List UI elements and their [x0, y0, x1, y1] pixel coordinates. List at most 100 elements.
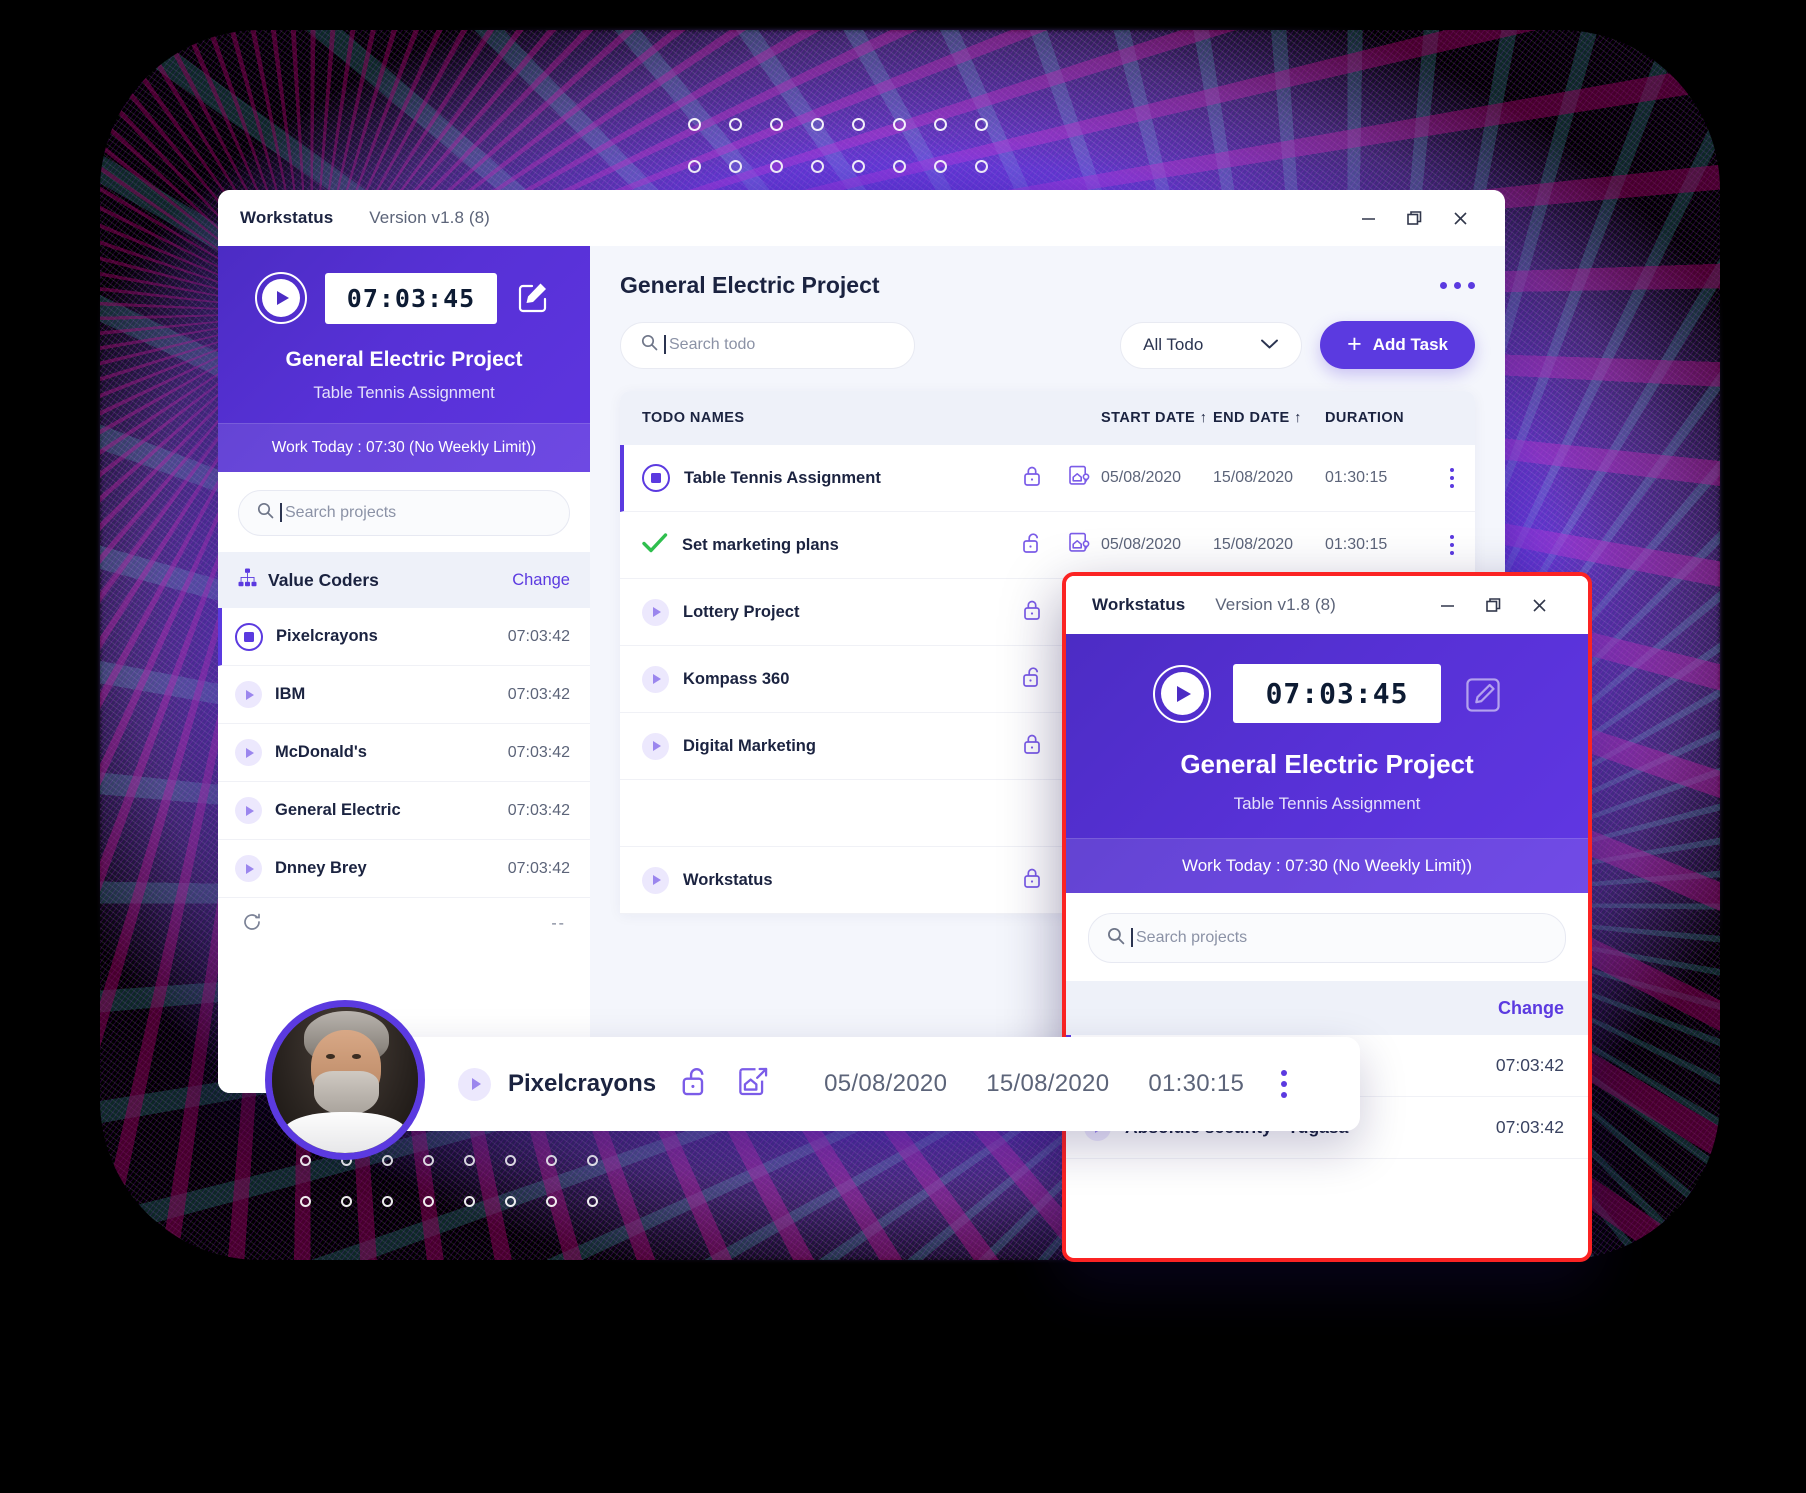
sidebar-search-area: Search projects [218, 472, 590, 552]
mini-project-time: 07:03:42 [1495, 1055, 1564, 1075]
sidebar-task-subtitle: Table Tennis Assignment [313, 384, 495, 402]
close-icon[interactable] [1516, 587, 1562, 623]
search-projects-placeholder: Search projects [279, 503, 397, 522]
column-start-date[interactable]: START DATE ↑ [1101, 410, 1213, 426]
play-icon[interactable] [1153, 664, 1211, 723]
edit-pencil-icon[interactable] [515, 279, 553, 317]
app-version: Version v1.8 (8) [369, 208, 490, 227]
sidebar-project-name: McDonald's [275, 743, 367, 761]
table-row[interactable]: Set marketing plans 05/08/2020 15/08/202… [620, 512, 1475, 579]
decorative-dot-row-top-1 [688, 118, 1016, 131]
mini-timer-value: 07:03:45 [1265, 677, 1409, 710]
search-todo-placeholder: Search todo [663, 335, 756, 354]
refresh-icon[interactable] [242, 912, 262, 937]
check-icon [642, 532, 668, 559]
sidebar-project-name: IBM [275, 685, 306, 703]
sidebar-project-time: 07:03:42 [507, 627, 570, 645]
search-icon [1107, 927, 1125, 950]
sidebar-project-row[interactable]: Dnney Brey 07:03:42 [218, 840, 590, 898]
column-todo-names[interactable]: TODO NAMES [620, 410, 1009, 426]
app-name: Workstatus [240, 208, 334, 227]
play-icon[interactable] [255, 272, 307, 324]
organization-header: Value Coders Change [218, 552, 590, 608]
content-header: General Electric Project [620, 272, 1475, 299]
floating-row-duration: 01:30:15 [1148, 1070, 1245, 1097]
play-icon[interactable] [235, 855, 262, 882]
mini-project-title: General Electric Project [1180, 749, 1474, 779]
mini-app-version: Version v1.8 (8) [1215, 595, 1336, 614]
play-icon[interactable] [458, 1067, 491, 1101]
mini-work-today: Work Today : 07:30 (No Weekly Limit)) [1066, 838, 1588, 893]
floating-row-end-date: 15/08/2020 [986, 1070, 1110, 1097]
lock-closed-icon[interactable] [1009, 867, 1055, 894]
stop-square-icon[interactable] [235, 622, 263, 651]
mini-search-projects-input[interactable]: Search projects [1088, 913, 1566, 963]
timer-row: 07:03:45 [238, 272, 570, 324]
lock-open-icon[interactable] [1009, 666, 1055, 693]
search-icon [641, 334, 658, 356]
restore-icon[interactable] [1391, 200, 1437, 236]
play-icon[interactable] [642, 665, 669, 693]
todo-filter-select[interactable]: All Todo [1120, 321, 1303, 369]
house-pin-icon[interactable] [1055, 532, 1101, 558]
duration: 01:30:15 [1325, 536, 1388, 553]
kebab-menu-icon[interactable] [1429, 534, 1475, 556]
search-projects-input[interactable]: Search projects [238, 490, 570, 536]
minimize-icon[interactable] [1424, 587, 1470, 623]
play-icon[interactable] [642, 732, 669, 760]
lock-closed-icon[interactable] [1009, 733, 1055, 760]
mini-timer-row: 07:03:45 [1092, 664, 1562, 723]
sidebar-work-today: Work Today : 07:30 (No Weekly Limit)) [218, 423, 590, 472]
more-horizontal-icon[interactable] [1440, 272, 1475, 289]
duration: 01:30:15 [1325, 469, 1388, 486]
play-icon[interactable] [642, 598, 669, 626]
search-todo-input[interactable]: Search todo [620, 321, 915, 369]
sidebar-project-time: 07:03:42 [507, 859, 570, 877]
floating-task-row-card[interactable]: Pixelcrayons 05/08/2020 15/08/2020 01:30… [330, 1037, 1360, 1131]
todo-name: Set marketing plans [682, 535, 839, 554]
lock-open-icon[interactable] [681, 1066, 709, 1102]
timer-display: 07:03:45 [325, 272, 497, 324]
add-task-button[interactable]: + Add Task [1320, 321, 1475, 369]
restore-icon[interactable] [1470, 587, 1516, 623]
mini-change-link[interactable]: Change [1498, 998, 1564, 1019]
column-end-date[interactable]: END DATE ↑ [1213, 410, 1325, 426]
lock-open-icon[interactable] [1009, 532, 1055, 559]
todo-name: Lottery Project [683, 602, 800, 621]
table-row[interactable]: Table Tennis Assignment 05/08/2020 15/08… [620, 445, 1475, 512]
sidebar-project-row[interactable]: IBM 07:03:42 [218, 666, 590, 724]
stop-square-icon[interactable] [642, 464, 670, 492]
sidebar-project-row[interactable]: Pixelcrayons 07:03:42 [218, 608, 590, 666]
todo-filter-value: All Todo [1143, 335, 1204, 354]
content-toolbar: Search todo All Todo + Add Task [620, 321, 1475, 369]
house-arrow-icon[interactable] [736, 1067, 769, 1102]
todo-name: Workstatus [683, 870, 773, 889]
sidebar-project-row[interactable]: General Electric 07:03:42 [218, 782, 590, 840]
mini-search-placeholder: Search projects [1130, 928, 1248, 947]
sidebar-footer-dash: -- [551, 915, 566, 932]
play-icon[interactable] [235, 681, 262, 708]
play-icon[interactable] [235, 739, 262, 766]
edit-pencil-icon[interactable] [1463, 675, 1501, 713]
kebab-menu-icon[interactable] [1429, 467, 1475, 489]
end-date: 15/08/2020 [1213, 469, 1294, 486]
minimize-icon[interactable] [1345, 200, 1391, 236]
house-pin-icon[interactable] [1055, 465, 1101, 491]
chevron-down-icon [1260, 335, 1279, 355]
sidebar-hero: 07:03:45 General Electric Project Table … [218, 246, 590, 472]
sidebar-project-row[interactable]: McDonald's 07:03:42 [218, 724, 590, 782]
change-organization-link[interactable]: Change [512, 571, 570, 590]
close-icon[interactable] [1437, 200, 1483, 236]
mini-timer-display: 07:03:45 [1233, 664, 1441, 723]
sidebar-project-title: General Electric Project [285, 348, 523, 371]
lock-closed-icon[interactable] [1009, 599, 1055, 626]
play-icon[interactable] [642, 866, 669, 894]
column-duration[interactable]: DURATION [1325, 410, 1429, 426]
kebab-menu-icon[interactable] [1281, 1070, 1288, 1098]
floating-row-name: Pixelcrayons [508, 1070, 657, 1097]
play-icon[interactable] [235, 797, 262, 824]
organization-name: Value Coders [268, 569, 379, 590]
lock-closed-icon[interactable] [1009, 465, 1055, 492]
mini-timer-window: Workstatus Version v1.8 (8) 07:03:45 Gen… [1062, 572, 1592, 1262]
sidebar-project-name: General Electric [275, 801, 401, 819]
